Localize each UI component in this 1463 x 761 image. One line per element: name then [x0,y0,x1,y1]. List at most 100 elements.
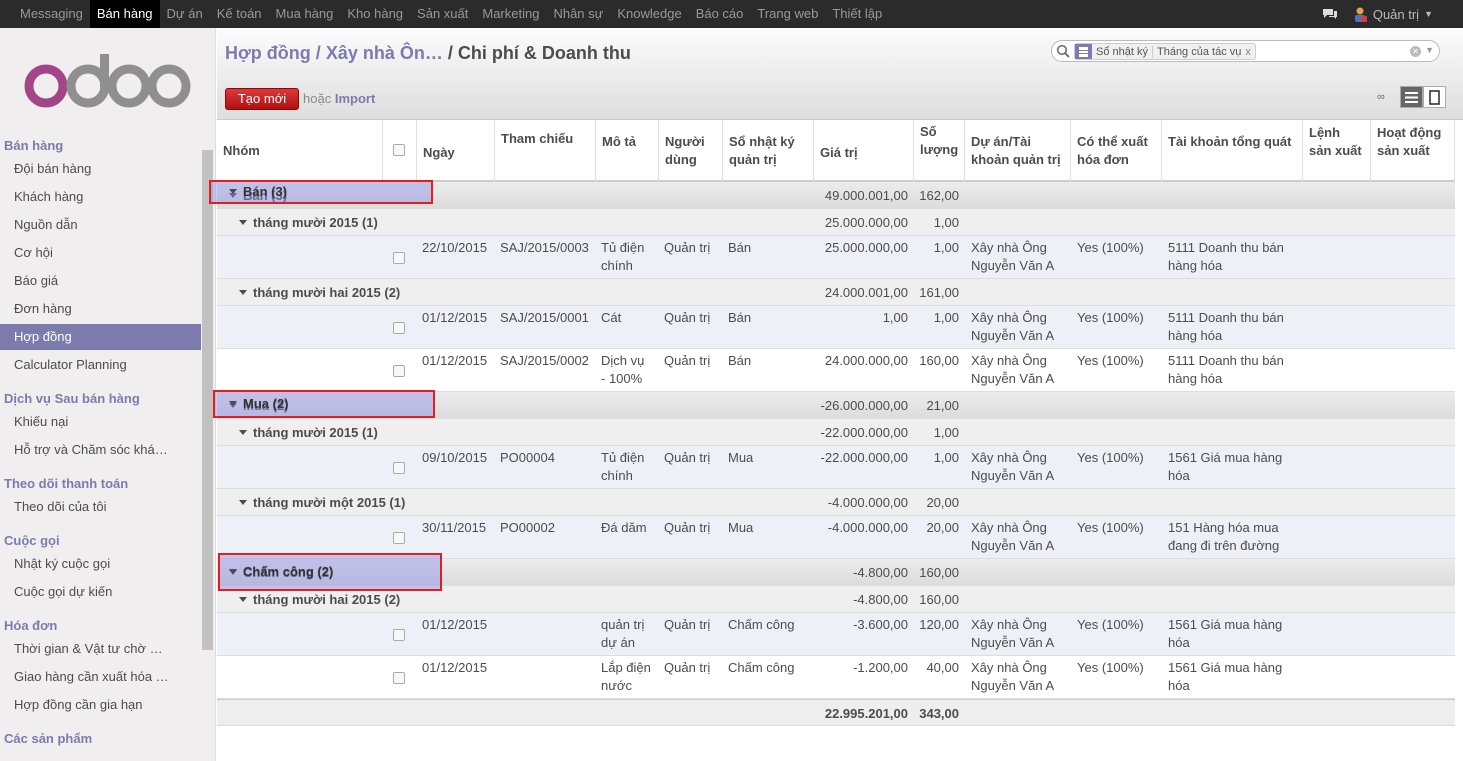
sidebar-item[interactable]: Thời gian & Vật tư chờ … [0,636,201,662]
sidebar-item[interactable]: Báo giá [0,268,201,294]
row-checkbox[interactable] [393,462,405,474]
search-options-chevron-icon[interactable]: ▼ [1425,45,1434,55]
row-project-line2: Nguyễn Văn A [971,538,1055,553]
breadcrumb-project[interactable]: Xây nhà Ôn… [326,43,443,63]
group-name: tháng mười hai 2015 (2) [253,592,401,607]
sidebar-scrollbar[interactable] [202,150,213,650]
table-row[interactable]: 01/12/2015 SAJ/2015/0002 Dịch vụ Quản trị Bá… [217,349,1455,392]
row-project-line2: Nguyễn Văn A [971,678,1055,693]
top-menu-item[interactable]: Trang web [750,0,825,28]
top-menu-item[interactable]: Dự án [160,0,210,28]
caret-down-icon: ▼ [1424,9,1433,19]
select-all-checkbox[interactable] [393,144,405,156]
column-header[interactable]: Số lượng [914,120,965,182]
group-row[interactable]: tháng mười một 2015 (1) -4.000.000,00 20,0… [217,489,1455,516]
sidebar-item[interactable]: Hỗ trợ và Chăm sóc khá… [0,437,201,463]
top-menu-item[interactable]: Kho hàng [340,0,410,28]
group-name: tháng mười 2015 (1) [253,215,378,230]
row-description: Tủ điện [601,240,645,255]
column-header[interactable]: Lệnh sản xuất [1303,120,1371,182]
sidebar-item[interactable]: Calculator Planning [0,352,201,378]
sidebar-item[interactable]: Nguồn dẫn [0,212,201,238]
group-value: -22.000.000,00 [820,425,908,440]
row-invoiceable: Yes (100%) [1077,240,1144,255]
group-highlight-box[interactable]: Bán (3) [209,180,433,204]
sidebar-item[interactable]: Đội bán hàng [0,156,201,182]
row-description: Đá dăm [601,520,647,535]
form-view-button[interactable] [1423,86,1446,108]
row-checkbox[interactable] [393,629,405,641]
group-row[interactable]: tháng mười 2015 (1) 25.000.000,00 1,00 [217,209,1455,236]
sidebar-item[interactable]: Hợp đồng [0,324,201,350]
top-menu-item[interactable]: Bán hàng [89,0,160,28]
sidebar-item[interactable]: Nhật ký cuộc gọi [0,551,201,577]
row-account-line2: hàng hóa [1168,328,1223,343]
facet-remove-button[interactable]: x [1245,46,1255,58]
group-highlight-box[interactable]: Chấm công (2) [218,553,442,591]
group-row[interactable]: tháng mười 2015 (1) -22.000.000,00 1,00 [217,419,1455,446]
clear-search-icon[interactable]: ✕ [1410,46,1421,57]
list-view-button[interactable] [1400,86,1423,108]
row-checkbox[interactable] [393,365,405,377]
pager-value[interactable]: ∞ [1377,91,1385,103]
top-menu-item[interactable]: Báo cáo [689,0,751,28]
sidebar-item[interactable]: Giao hàng cần xuất hóa … [0,664,201,690]
top-menu-item[interactable]: Mua hàng [269,0,341,28]
row-date: 01/12/2015 [422,353,488,368]
row-user: Quản trị [664,310,711,325]
top-menu-item[interactable]: Thiết lập [825,0,889,28]
top-menu-item[interactable]: Knowledge [610,0,688,28]
sidebar-item[interactable]: Khiếu nại [0,409,201,435]
search-box[interactable]: Sổ nhật ký Tháng của tác vụ x ✕ ▼ [1051,40,1440,62]
group-row[interactable]: tháng mười hai 2015 (2) 24.000.001,00 161,… [217,279,1455,306]
column-header[interactable]: Sổ nhật ký quản trị [723,120,814,182]
top-menu-item[interactable]: Kế toán [210,0,269,28]
group-name: tháng mười 2015 (1) [253,425,378,440]
sidebar-item[interactable]: Khách hàng [0,184,201,210]
group-name: Chấm công (2) [243,564,334,579]
table-row[interactable]: 09/10/2015 PO00004 Tủ điện Quản trị Mua Xây n… [217,446,1455,489]
row-account: 1561 Giá mua hàng [1168,617,1283,632]
sidebar-item[interactable]: Theo dõi của tôi [0,494,201,520]
row-invoiceable: Yes (100%) [1077,353,1144,368]
breadcrumb-contracts[interactable]: Hợp đồng [225,43,311,63]
table-row[interactable]: 01/12/2015 Lắp điện Quản trị Chấm công Xây n… [217,656,1455,699]
row-project: Xây nhà Ông [971,310,1047,325]
import-link[interactable]: Import [335,91,375,106]
table-row[interactable]: 01/12/2015 SAJ/2015/0001 Cát Quản trị Bán Xây… [217,306,1455,349]
column-header[interactable]: Nhóm [217,120,383,182]
table-row[interactable]: 22/10/2015 SAJ/2015/0003 Tủ điện Quản trị Bá… [217,236,1455,279]
row-checkbox[interactable] [393,322,405,334]
column-header[interactable]: Dự án/Tài khoản quản trị [965,120,1071,182]
column-header[interactable]: Tham chiếu [495,120,596,182]
row-checkbox[interactable] [393,532,405,544]
top-menu-item[interactable]: Messaging [0,0,90,28]
column-header[interactable]: Ngày [417,120,495,182]
column-header[interactable]: Có thể xuất hóa đơn [1071,120,1162,182]
sidebar-item[interactable]: Hợp đồng cần gia hạn [0,692,201,718]
group-highlight-box[interactable]: Mua (2) [213,390,435,418]
control-panel: Hợp đồng / Xây nhà Ôn… / Chi phí & Doanh… [217,28,1463,120]
group-qty: 161,00 [919,285,959,300]
top-menu-item[interactable]: Sản xuất [410,0,475,28]
column-header[interactable]: Mô tả [596,120,659,182]
sidebar-item[interactable]: Đơn hàng [0,296,201,322]
sidebar-item[interactable]: Cơ hội [0,240,201,266]
top-menu-item[interactable]: Nhân sự [546,0,610,28]
top-menu-item[interactable]: Marketing [475,0,546,28]
table-row[interactable]: 01/12/2015 quản trị Quản trị Chấm công Xây n… [217,613,1455,656]
row-date: 22/10/2015 [422,240,488,255]
column-header[interactable]: Người dùng [659,120,723,182]
user-menu[interactable]: Quản trị ▼ [1352,6,1433,22]
sidebar-item[interactable]: Cuộc gọi dự kiến [0,579,201,605]
column-header[interactable]: Hoạt động sản xuất [1371,120,1455,182]
column-header[interactable]: Giá trị [814,120,914,182]
row-project-line2: Nguyễn Văn A [971,635,1055,650]
row-checkbox[interactable] [393,252,405,264]
row-checkbox[interactable] [393,672,405,684]
create-button[interactable]: Tạo mới [225,88,299,110]
column-header[interactable]: Tài khoản tổng quát [1162,120,1303,182]
row-journal: Mua [728,520,754,535]
sidebar-section-title: Hóa đơn [4,618,58,633]
chat-icon[interactable] [1322,8,1338,20]
